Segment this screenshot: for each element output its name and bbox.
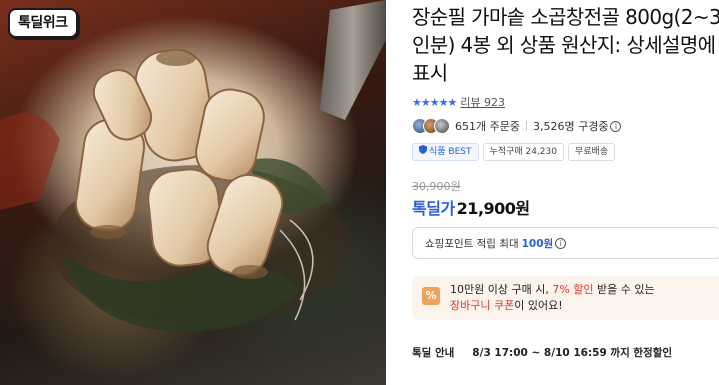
divider [525, 121, 527, 131]
badge-food-best: 식품 BEST [412, 143, 479, 161]
brand-logo: 톡딜위크 [8, 8, 78, 38]
points-amount: 100원 [521, 237, 554, 250]
buyer-avatars [412, 118, 450, 134]
shield-icon [419, 144, 427, 160]
badge-free-shipping: 무료배송 [567, 143, 616, 161]
coupon-line-1: 10만원 이상 구매 시, 7% 할인 받을 수 있는 [450, 282, 655, 298]
avatar [434, 118, 450, 134]
review-link[interactable]: 리뷰 923 [460, 94, 505, 110]
order-count: 651개 주문중 [455, 120, 520, 133]
info-icon[interactable]: i [555, 237, 567, 249]
coupon-tail: 이 있어요! [514, 299, 563, 312]
sale-price-row: 톡딜가 21,900원 [412, 195, 530, 219]
product-image: 톡딜위크 [0, 0, 386, 385]
activity-stats: 651개 주문중 3,526명 구경중 i [412, 116, 622, 136]
original-price: 30,900원 [412, 180, 461, 193]
points-prefix: 쇼핑포인트 적립 최대 [425, 237, 519, 250]
coupon-line-2: 장바구니 쿠폰이 있어요! [450, 298, 655, 314]
coupon-discount: 7% 할인 [552, 283, 594, 296]
deal-label: 톡딜 안내 [412, 347, 455, 359]
sale-label: 톡딜가 [412, 199, 455, 218]
product-info-panel: 장순필 가마솥 소곱창전골 800g(2~3인분) 4봉 외 상품 원산지: 상… [412, 0, 719, 385]
badge-list: 식품 BEST 누적구매 24,230 무료배송 [412, 143, 616, 161]
sale-price: 21,900원 [456, 199, 530, 218]
coupon-condition-tail: 받을 수 있는 [593, 283, 655, 296]
viewer-count: 3,526명 구경중 [532, 120, 609, 133]
coupon-banner[interactable]: % 10만원 이상 구매 시, 7% 할인 받을 수 있는 장바구니 쿠폰이 있… [412, 276, 719, 320]
cart-coupon-label: 장바구니 쿠폰 [450, 299, 515, 312]
deal-period: 8/3 17:00 ~ 8/10 16:59 까지 한정할인 [472, 347, 673, 359]
badge-label: 식품 BEST [429, 147, 472, 157]
rating-row: ★★★★★ 리뷰 923 [412, 94, 505, 110]
shopping-points-box[interactable]: 쇼핑포인트 적립 최대 100원 i [412, 227, 719, 259]
coupon-text: 10만원 이상 구매 시, 7% 할인 받을 수 있는 장바구니 쿠폰이 있어요… [450, 282, 655, 314]
food-illustration [0, 0, 386, 332]
product-title: 장순필 가마솥 소곱창전골 800g(2~3인분) 4봉 외 상품 원산지: 상… [412, 5, 719, 85]
deal-info-row: 톡딜 안내 8/3 17:00 ~ 8/10 16:59 까지 한정할인 [412, 345, 672, 360]
info-icon[interactable]: i [610, 120, 622, 132]
discount-coupon-icon: % [422, 287, 440, 305]
coupon-condition: 10만원 이상 구매 시, [450, 283, 553, 296]
badge-cumulative-purchases: 누적구매 24,230 [482, 143, 564, 161]
star-rating-icon: ★★★★★ [412, 95, 457, 109]
